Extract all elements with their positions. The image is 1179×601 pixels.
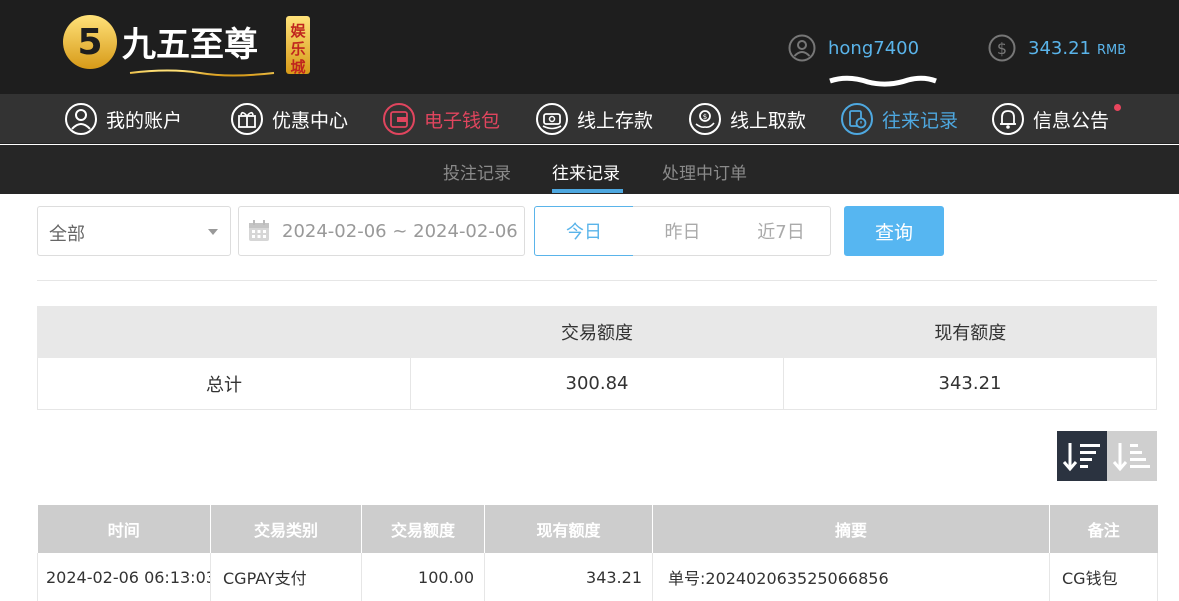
summary-row: 总计 300.84 343.21 — [37, 358, 1157, 410]
transaction-table: 时间 交易类别 交易额度 现有额度 摘要 备注 2024-02-06 06:13… — [37, 505, 1158, 601]
quick-last7days-button[interactable]: 近7日 — [732, 206, 831, 256]
nav-label: 线上取款 — [730, 109, 807, 132]
svg-text:5: 5 — [77, 22, 102, 63]
svg-text:$: $ — [703, 113, 707, 121]
date-range-input[interactable]: 2024-02-06 ~ 2024-02-06 — [238, 206, 525, 256]
date-range-value: 2024-02-06 ~ 2024-02-06 — [282, 220, 518, 242]
search-button[interactable]: 查询 — [844, 206, 944, 256]
logo-text: 九五至尊 — [122, 25, 258, 65]
summary-table: 交易额度 现有额度 总计 300.84 343.21 — [37, 306, 1157, 410]
nav-label: 电子钱包 — [424, 109, 501, 132]
tab-transaction-records[interactable]: 往来记录 — [552, 159, 620, 184]
gift-icon — [231, 103, 263, 135]
cell-amount: 100.00 — [361, 553, 485, 601]
cell-remark: CG钱包 — [1049, 553, 1158, 601]
dollar-coin-icon: $ — [988, 34, 1016, 62]
summary-label: 总计 — [206, 374, 242, 396]
wallet-icon — [383, 103, 415, 135]
records-icon — [841, 103, 873, 135]
nav-e-wallet[interactable]: 电子钱包 — [382, 102, 500, 136]
svg-text:乐: 乐 — [290, 40, 305, 58]
calendar-icon — [249, 220, 269, 241]
nav-label: 我的账户 — [106, 109, 183, 132]
sort-descending-icon — [1062, 443, 1100, 472]
svg-text:城: 城 — [290, 58, 305, 76]
summary-current-balance: 343.21 — [783, 358, 1156, 409]
user-icon — [788, 34, 816, 62]
sort-descending-button[interactable] — [1057, 431, 1107, 481]
main-nav: 我的账户 优惠中心 电子钱包 线上存款 $ 线上取款 往来记录 信息公告 — [0, 94, 1179, 144]
divider — [37, 280, 1157, 281]
col-summary[interactable]: 摘要 — [652, 505, 1050, 553]
summary-transaction-amount: 300.84 — [410, 358, 783, 409]
svg-text:娱: 娱 — [290, 22, 306, 40]
brand-logo[interactable]: 5 九五至尊 娱 乐 城 — [60, 12, 312, 82]
table-row[interactable]: 2024-02-06 06:13:03 CGPAY支付 100.00 343.2… — [37, 553, 1158, 601]
col-time[interactable]: 时间 — [37, 505, 211, 553]
nav-label: 线上存款 — [577, 109, 654, 132]
caret-down-icon — [208, 229, 218, 235]
username[interactable]: hong7400 — [828, 38, 919, 59]
withdraw-icon: $ — [689, 103, 721, 135]
nav-my-account[interactable]: 我的账户 — [64, 102, 182, 136]
col-type[interactable]: 交易类别 — [210, 505, 362, 553]
currency-unit: RMB — [1096, 42, 1127, 58]
svg-text:$: $ — [997, 39, 1007, 58]
cell-time: 2024-02-06 06:13:03 — [37, 553, 211, 601]
summary-header-cell — [37, 306, 410, 358]
nav-announcements[interactable]: 信息公告 — [991, 102, 1122, 136]
tab-pending-orders[interactable]: 处理中订单 — [662, 159, 747, 184]
bell-icon — [992, 103, 1024, 135]
col-amount[interactable]: 交易额度 — [361, 505, 485, 553]
quick-today-button[interactable]: 今日 — [534, 206, 634, 256]
col-remark[interactable]: 备注 — [1049, 505, 1158, 553]
nav-label: 优惠中心 — [272, 109, 349, 132]
summary-header-cell: 交易额度 — [560, 323, 633, 344]
balance-info: $ 343.21 RMB — [988, 34, 1126, 62]
balance-amount: 343.21 — [1028, 37, 1091, 59]
nav-label: 往来记录 — [882, 109, 959, 132]
summary-header-cell: 现有额度 — [934, 323, 1007, 344]
nav-online-deposit[interactable]: 线上存款 — [535, 102, 653, 136]
nav-transaction-records[interactable]: 往来记录 — [840, 102, 958, 136]
type-select[interactable]: 全部 — [37, 206, 231, 256]
type-select-value: 全部 — [49, 224, 85, 245]
tab-bet-records[interactable]: 投注记录 — [443, 159, 511, 184]
col-balance[interactable]: 现有额度 — [484, 505, 653, 553]
cell-summary: 单号:202402063525066856 — [652, 553, 1050, 601]
user-circle-icon — [65, 103, 97, 135]
active-tab-indicator — [552, 189, 623, 193]
cell-type: CGPAY支付 — [210, 553, 362, 601]
notification-dot — [1114, 104, 1122, 111]
sort-ascending-icon — [1112, 443, 1150, 472]
top-header: 5 九五至尊 娱 乐 城 hong7400 $ 343.21 RMB — [0, 0, 1179, 94]
cell-balance: 343.21 — [484, 553, 653, 601]
redaction-scribble — [829, 75, 937, 87]
sub-nav: 投注记录 往来记录 处理中订单 — [0, 145, 1179, 194]
deposit-icon — [536, 103, 568, 135]
user-info[interactable]: hong7400 — [788, 34, 937, 87]
sort-ascending-button[interactable] — [1107, 431, 1157, 481]
quick-yesterday-button[interactable]: 昨日 — [633, 206, 733, 256]
nav-online-withdraw[interactable]: $ 线上取款 — [688, 102, 806, 136]
summary-header: 交易额度 现有额度 — [37, 306, 1157, 358]
nav-label: 信息公告 — [1033, 109, 1110, 132]
table-header-row: 时间 交易类别 交易额度 现有额度 摘要 备注 — [37, 505, 1158, 553]
nav-promotions[interactable]: 优惠中心 — [230, 102, 348, 136]
